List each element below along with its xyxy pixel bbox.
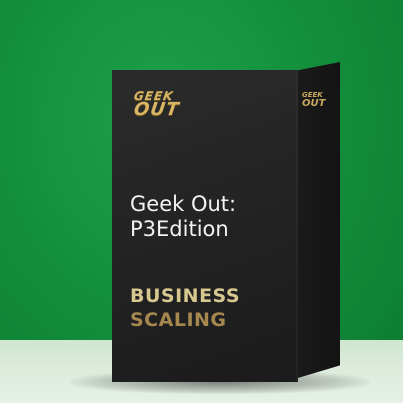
logo-line-2: OUT	[132, 99, 181, 120]
side-logo: GEEK OUT	[302, 92, 330, 109]
side-logo-line-2: OUT	[302, 98, 326, 109]
product-title: Geek Out: P3Edition	[130, 192, 290, 242]
title-line-2: P3Edition	[130, 217, 229, 241]
title-line-1: Geek Out:	[130, 192, 237, 216]
tagline-line-2: SCALING	[130, 309, 227, 331]
product-scene: GEEK OUT GEEK OUT Geek Out: P3Edition BU…	[0, 0, 403, 403]
product-tagline: BUSINESS SCALING	[130, 284, 290, 332]
geek-out-logo: GEEK OUT	[132, 89, 186, 120]
box-side-panel	[298, 62, 340, 378]
tagline-line-1: BUSINESS	[130, 285, 241, 307]
